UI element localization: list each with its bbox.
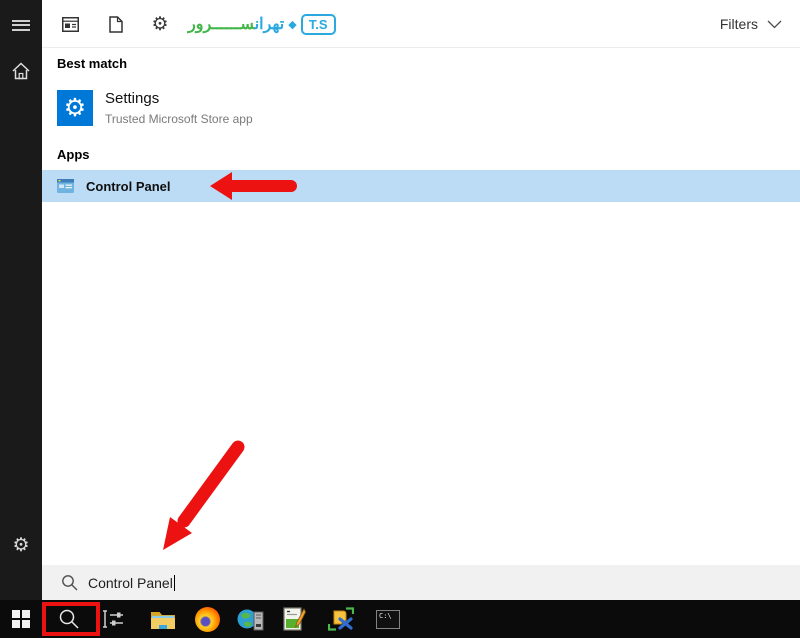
search-input-value: Control Panel — [88, 574, 173, 591]
search-topbar: ⚙ تهرانســــــرور ◆ T.S Filters — [42, 0, 800, 48]
logo-persian-text: تهرانســــــرور — [188, 16, 285, 33]
command-prompt-icon: C:\ — [376, 609, 400, 629]
control-panel-label: Control Panel — [86, 178, 171, 194]
windows-logo-icon — [12, 610, 30, 628]
document-pencil-icon — [282, 607, 306, 631]
folder-icon — [151, 611, 175, 629]
home-button[interactable] — [0, 50, 42, 92]
apps-filter-button[interactable] — [58, 0, 82, 48]
control-panel-icon — [57, 179, 74, 193]
document-icon — [109, 15, 123, 33]
documents-filter-button[interactable] — [104, 0, 128, 48]
search-input[interactable]: Control Panel — [42, 565, 800, 600]
search-icon — [62, 575, 78, 591]
result-control-panel[interactable]: Control Panel — [42, 170, 800, 202]
watermark-logo: تهرانســــــرور ◆ T.S — [188, 7, 336, 41]
start-sidebar: ⚙ — [0, 0, 42, 600]
log-editor-app-button[interactable] — [273, 600, 315, 638]
chevron-down-icon — [767, 20, 782, 28]
command-prompt-button[interactable]: C:\ — [367, 600, 409, 638]
red-highlight-box-search-button — [42, 602, 100, 636]
task-view-icon — [103, 610, 123, 628]
gear-icon: ⚙ — [63, 94, 87, 122]
apps-heading: Apps — [57, 147, 90, 162]
best-match-result-settings[interactable]: ⚙ Settings Trusted Microsoft Store app — [42, 82, 800, 134]
network-server-app-button[interactable] — [229, 600, 271, 638]
settings-button[interactable]: ⚙ — [0, 524, 42, 566]
gear-icon: ⚙ — [12, 534, 30, 556]
repair-tool-icon — [328, 607, 354, 631]
apps-window-icon — [61, 16, 79, 32]
logo-diamond-icon: ◆ — [288, 18, 297, 31]
firefox-button[interactable] — [186, 600, 228, 638]
logo-ts-badge: T.S — [300, 13, 336, 35]
best-match-subtitle: Trusted Microsoft Store app — [105, 112, 253, 126]
settings-app-tile: ⚙ — [57, 90, 93, 126]
gear-icon: ⚙ — [151, 13, 169, 35]
best-match-title: Settings — [105, 90, 160, 107]
windows-search-screen: ⚙ ⚙ تهرانســــــرور ◆ T.S Filters Best m… — [0, 0, 800, 638]
repair-tool-app-button[interactable] — [320, 600, 362, 638]
settings-filter-button[interactable]: ⚙ — [148, 0, 172, 48]
hamburger-menu-button[interactable] — [0, 4, 42, 46]
firefox-icon — [194, 606, 220, 632]
start-button[interactable] — [0, 600, 42, 638]
taskbar: C:\ — [0, 600, 800, 638]
red-arrow-to-search-box — [163, 440, 245, 550]
hamburger-icon — [12, 17, 30, 33]
home-icon — [12, 62, 30, 80]
file-explorer-button[interactable] — [142, 600, 184, 638]
globe-server-icon — [237, 609, 263, 631]
filters-dropdown[interactable]: Filters — [720, 0, 782, 48]
filters-label: Filters — [719, 16, 758, 32]
best-match-heading: Best match — [57, 56, 128, 71]
text-caret — [173, 574, 175, 591]
